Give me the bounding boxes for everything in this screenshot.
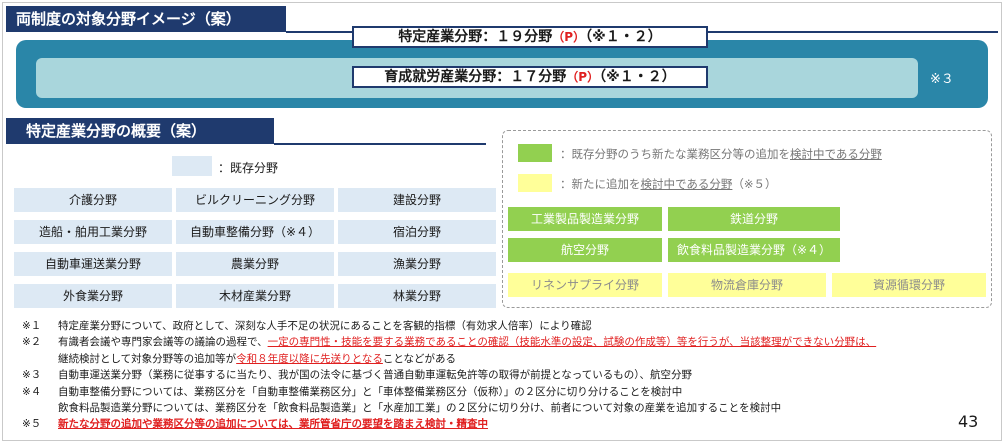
footnote-text: 飲食料品製造業分野については、業務区分を「飲食料品製造業」と「水産加工業」の２区… <box>58 402 782 415</box>
field-cell: 宿泊分野 <box>338 220 496 244</box>
field-cell: 介護分野 <box>14 188 172 212</box>
legend-green-underlined: 検討中である分野 <box>790 147 882 161</box>
footnote-text: 自動車運送業分野（業務に従事するに当たり、我が国の法令に基づく普通自動車運転免許… <box>58 369 692 382</box>
footnote-indent <box>22 400 58 416</box>
green-field-cell: 航空分野 <box>508 238 662 262</box>
tokutei-label: 特定産業分野：１９分野 <box>398 29 553 45</box>
yellow-field-cell: 物流倉庫分野 <box>668 273 826 297</box>
legend-green-label: ：既存分野のうち新たな業務区分等の追加を検討中である分野 <box>560 146 882 162</box>
field-cell: 農業分野 <box>176 252 334 276</box>
legend-yellow-note: （※５） <box>732 177 777 191</box>
yellow-field-cell: 資源循環分野 <box>832 273 986 297</box>
tokutei-label-box: 特定産業分野：１９分野（P）（※１・２） <box>352 26 708 48</box>
legend-existing-label: ：既存分野 <box>218 161 279 175</box>
band-note: ※３ <box>930 72 954 87</box>
legend-yellow-text: ：新たに追加を <box>560 177 641 191</box>
yellow-field-cell: リネンサプライ分野 <box>508 273 662 297</box>
ikusei-label: 育成就労産業分野：１７分野 <box>384 69 567 85</box>
ikusei-note: （※１・２） <box>599 69 676 85</box>
field-cell: 建設分野 <box>338 188 496 212</box>
footnote-5: ※５ 新たな分野の追加や業務区分等の追加については、業所管省庁の要望を踏まえ検討… <box>22 416 982 432</box>
page-title: 両制度の対象分野イメージ（案） <box>6 6 286 32</box>
footnote-1: ※１ 特定産業分野について、政府として、深刻な人手不足の状況にあることを客観的指… <box>22 318 982 334</box>
legend-existing-swatch <box>172 156 212 176</box>
footnote-text-part: ことなどがある <box>382 352 457 365</box>
footnote-text-part: 継続検討として対象分野等の追加等が <box>58 352 237 365</box>
ikusei-suffix: （P） <box>566 70 600 84</box>
green-field-cell: 工業製品製造業分野 <box>508 207 662 231</box>
legend-green-swatch <box>518 144 552 162</box>
footnote-text-emphasis: 一定の専門性・技能を要する業務であることの確認（技能水準の設定、試験の作成等）等… <box>267 336 877 349</box>
section-underline <box>274 143 486 145</box>
footnote-3: ※３ 自動車運送業分野（業務に従事するに当たり、我が国の法令に基づく普通自動車運… <box>22 367 982 383</box>
tokutei-suffix: （P） <box>552 30 586 44</box>
section-title: 特定産業分野の概要（案） <box>6 118 274 144</box>
footnote-text-part: 有識者会議や専門家会議等の議論の過程で、 <box>58 336 268 349</box>
footnote-4-cont: 飲食料品製造業分野については、業務区分を「飲食料品製造業」と「水産加工業」の２区… <box>22 400 982 416</box>
footnote-mark: ※１ <box>22 320 42 332</box>
legend-yellow-label: ：新たに追加を検討中である分野（※５） <box>560 176 777 192</box>
footnote-indent <box>22 351 58 367</box>
footnote-text: 継続検討として対象分野等の追加等が令和８年度以降に先送りとなることなどがある <box>58 351 456 367</box>
footnote-mark: ※２ <box>22 336 42 349</box>
footnote-text: 特定産業分野について、政府として、深刻な人手不足の状況にあることを客観的指標（有… <box>58 320 592 332</box>
footnote-mark: ※３ <box>22 369 42 382</box>
field-cell: 自動車整備分野（※４） <box>176 220 334 244</box>
ikusei-label-box: 育成就労産業分野：１７分野（P）（※１・２） <box>352 66 708 88</box>
tokutei-note: （※１・２） <box>585 29 662 45</box>
legend-yellow-underlined: 検討中である分野 <box>640 177 733 191</box>
field-cell: ビルクリーニング分野 <box>176 188 334 212</box>
footnote-mark: ※４ <box>22 385 42 398</box>
footnote-mark: ※５ <box>22 418 42 431</box>
field-cell: 自動車運送業分野 <box>14 252 172 276</box>
footnote-2: ※２ 有識者会議や専門家会議等の議論の過程で、一定の専門性・技能を要する業務であ… <box>22 334 982 350</box>
field-cell: 造船・舶用工業分野 <box>14 220 172 244</box>
footnote-text-emphasis: 令和８年度以降に先送りとなる <box>236 352 383 365</box>
footnote-text: 自動車整備分野については、業務区分を「自動車整備業務区分」と「車体整備業務区分（… <box>58 385 683 398</box>
legend-yellow-swatch <box>518 174 552 192</box>
footnotes: ※１ 特定産業分野について、政府として、深刻な人手不足の状況にあることを客観的指… <box>22 318 982 433</box>
field-cell: 漁業分野 <box>338 252 496 276</box>
green-field-cell: 飲食料品製造業分野（※４） <box>668 238 840 262</box>
green-field-cell: 鉄道分野 <box>668 207 840 231</box>
footnote-text: 新たな分野の追加や業務区分等の追加については、業所管省庁の要望を踏まえ検討・精査… <box>58 418 488 431</box>
field-cell: 林業分野 <box>338 284 496 308</box>
footnote-2-cont: 継続検討として対象分野等の追加等が令和８年度以降に先送りとなることなどがある <box>22 351 982 367</box>
field-cell: 木材産業分野 <box>176 284 334 308</box>
footnote-4: ※４ 自動車整備分野については、業務区分を「自動車整備業務区分」と「車体整備業務… <box>22 384 982 400</box>
field-cell: 外食業分野 <box>14 284 172 308</box>
page-number: 43 <box>958 412 979 431</box>
legend-green-text: ：既存分野のうち新たな業務区分等の追加を <box>560 147 790 161</box>
footnote-text: 有識者会議や専門家会議等の議論の過程で、一定の専門性・技能を要する業務であること… <box>58 334 876 350</box>
